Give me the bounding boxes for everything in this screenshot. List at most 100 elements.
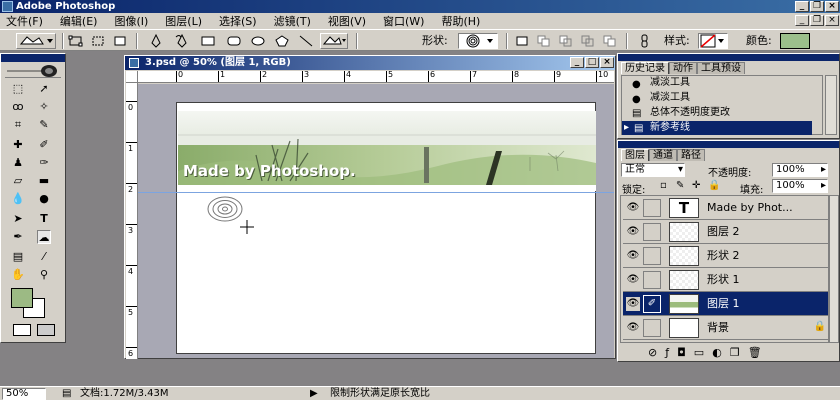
opacity-field[interactable]: 100% ▸ bbox=[772, 163, 828, 177]
eye-icon[interactable]: 👁 bbox=[626, 297, 640, 311]
notes-tool-icon[interactable]: ▤ bbox=[11, 250, 25, 264]
layer-link-box[interactable] bbox=[643, 319, 661, 337]
move-tool-icon[interactable]: ➚ bbox=[37, 82, 51, 96]
fill-field[interactable]: 100% ▸ bbox=[772, 179, 828, 193]
fill-pixels-icon[interactable] bbox=[112, 33, 128, 49]
ruler-origin[interactable] bbox=[126, 71, 138, 83]
line-shape-icon[interactable] bbox=[298, 33, 314, 49]
style-picker[interactable] bbox=[698, 33, 728, 49]
tab-history[interactable]: 历史记录 bbox=[621, 62, 669, 74]
history-scrollbar[interactable] bbox=[825, 75, 837, 135]
guide-line[interactable] bbox=[138, 192, 614, 193]
doc-close-button[interactable]: × bbox=[825, 15, 839, 26]
crop-tool-icon[interactable]: ⌗ bbox=[11, 118, 25, 132]
history-item[interactable]: ● 减淡工具 bbox=[622, 76, 812, 90]
add-mask-icon[interactable]: ◘ bbox=[677, 346, 686, 359]
layer-row-background[interactable]: 👁 背景 🔒 bbox=[623, 316, 828, 340]
polygon-shape-icon[interactable] bbox=[274, 33, 290, 49]
ruler-top[interactable]: 0 1 2 3 4 5 6 7 8 9 10 bbox=[138, 70, 614, 83]
hand-tool-icon[interactable]: ✋ bbox=[11, 268, 25, 282]
play-arrow-icon[interactable]: ▶ bbox=[310, 387, 318, 400]
menu-layer[interactable]: 图层(L) bbox=[165, 13, 202, 29]
lock-position-icon[interactable]: ✛ bbox=[692, 180, 700, 191]
eyedropper-icon[interactable]: ⁄ bbox=[37, 250, 51, 264]
menu-edit[interactable]: 编辑(E) bbox=[60, 13, 98, 29]
shape-layers-icon[interactable] bbox=[68, 33, 84, 49]
slice-tool-icon[interactable]: ✎ bbox=[37, 118, 51, 132]
lock-transparency-icon[interactable]: ▫ bbox=[660, 180, 667, 191]
restore-button[interactable]: ❐ bbox=[810, 1, 824, 12]
blend-mode-select[interactable]: 正常 ▾ bbox=[621, 163, 685, 177]
tab-actions[interactable]: 动作 bbox=[669, 62, 697, 74]
doc-window-close[interactable]: × bbox=[600, 57, 614, 68]
history-brush-icon[interactable]: ✑ bbox=[37, 156, 51, 170]
exclude-overlap-icon[interactable] bbox=[602, 33, 618, 49]
clone-stamp-icon[interactable]: ♟ bbox=[11, 156, 25, 170]
link-icon[interactable] bbox=[638, 33, 652, 49]
custom-shape-tool-icon[interactable]: ☁ bbox=[37, 230, 51, 244]
layer-link-box[interactable] bbox=[643, 271, 661, 289]
zoom-field[interactable]: 50% bbox=[2, 388, 46, 400]
rounded-rectangle-icon[interactable] bbox=[226, 33, 242, 49]
subtract-from-shape-icon[interactable] bbox=[558, 33, 574, 49]
layer-row-selected[interactable]: 👁 ✐ 图层 1 bbox=[623, 292, 828, 316]
marquee-tool-icon[interactable]: ⬚ bbox=[11, 82, 25, 96]
new-set-icon[interactable]: ▭ bbox=[694, 346, 704, 359]
doc-window-minimize[interactable]: _ bbox=[570, 57, 584, 68]
eye-icon[interactable]: 👁 bbox=[626, 201, 640, 215]
minimize-button[interactable]: _ bbox=[795, 1, 809, 12]
canvas-area[interactable]: Made by Photoshop. bbox=[138, 84, 614, 358]
custom-shape-icon[interactable] bbox=[320, 33, 348, 49]
history-item[interactable]: ▤ 总体不透明度更改 bbox=[622, 106, 812, 120]
magic-wand-icon[interactable]: ✧ bbox=[37, 100, 51, 114]
eye-icon[interactable]: 👁 bbox=[626, 321, 640, 335]
add-to-shape-icon[interactable] bbox=[536, 33, 552, 49]
layer-link-box[interactable] bbox=[643, 199, 661, 217]
new-layer-icon[interactable]: ❐ bbox=[730, 346, 740, 359]
tab-tool-presets[interactable]: 工具预设 bbox=[697, 62, 745, 74]
new-shape-layer-icon[interactable] bbox=[514, 33, 530, 49]
ellipse-shape-icon[interactable] bbox=[250, 33, 266, 49]
document-canvas[interactable]: Made by Photoshop. bbox=[176, 102, 596, 354]
eraser-tool-icon[interactable]: ▱ bbox=[11, 174, 25, 188]
menu-file[interactable]: 文件(F) bbox=[6, 13, 43, 29]
lock-all-icon[interactable]: 🔒 bbox=[708, 180, 720, 191]
layer-row[interactable]: 👁 形状 2 bbox=[623, 244, 828, 268]
rectangle-shape-icon[interactable] bbox=[200, 33, 216, 49]
menu-view[interactable]: 视图(V) bbox=[328, 13, 366, 29]
blur-tool-icon[interactable]: 💧 bbox=[11, 192, 25, 206]
layer-link-box[interactable] bbox=[643, 247, 661, 265]
close-button[interactable]: × bbox=[825, 1, 839, 12]
brush-icon[interactable]: ✐ bbox=[643, 295, 661, 313]
history-item-selected[interactable]: ▸ ▤ 新参考线 bbox=[622, 121, 812, 135]
layer-link-box[interactable] bbox=[643, 223, 661, 241]
layer-row-text[interactable]: 👁 T Made by Phot... bbox=[623, 196, 828, 220]
pen-tool-icon[interactable] bbox=[148, 33, 164, 49]
intersect-shape-icon[interactable] bbox=[580, 33, 596, 49]
color-swatch[interactable] bbox=[780, 33, 810, 49]
type-tool-icon[interactable]: T bbox=[37, 212, 51, 226]
quick-mask-icon[interactable] bbox=[37, 324, 55, 336]
eye-icon[interactable]: 👁 bbox=[626, 273, 640, 287]
gradient-tool-icon[interactable]: ▬ bbox=[37, 174, 51, 188]
menu-filter[interactable]: 滤镜(T) bbox=[274, 13, 311, 29]
healing-brush-icon[interactable]: ✚ bbox=[11, 138, 25, 152]
doc-minimize-button[interactable]: _ bbox=[795, 15, 809, 26]
adjustment-layer-icon[interactable]: ◐ bbox=[712, 346, 722, 359]
tab-paths[interactable]: 路径 bbox=[677, 149, 705, 161]
freeform-pen-icon[interactable] bbox=[174, 33, 190, 49]
ruler-left[interactable]: 0 1 2 3 4 5 6 bbox=[126, 83, 138, 359]
tab-layers[interactable]: 图层 bbox=[621, 149, 649, 161]
layers-scrollbar[interactable] bbox=[829, 195, 839, 343]
lasso-tool-icon[interactable]: ꝏ bbox=[11, 100, 25, 114]
standard-mode-icon[interactable] bbox=[13, 324, 31, 336]
paths-icon[interactable] bbox=[90, 33, 106, 49]
menu-help[interactable]: 帮助(H) bbox=[441, 13, 480, 29]
zoom-tool-icon[interactable]: ⚲ bbox=[37, 268, 51, 282]
layer-row[interactable]: 👁 形状 1 bbox=[623, 268, 828, 292]
eye-icon[interactable]: 👁 bbox=[626, 225, 640, 239]
doc-restore-button[interactable]: ❐ bbox=[810, 15, 824, 26]
link-layers-icon[interactable]: ⊘ bbox=[648, 346, 657, 359]
doc-window-maximize[interactable]: □ bbox=[585, 57, 599, 68]
pen-tool-icon[interactable]: ✒ bbox=[11, 230, 25, 244]
